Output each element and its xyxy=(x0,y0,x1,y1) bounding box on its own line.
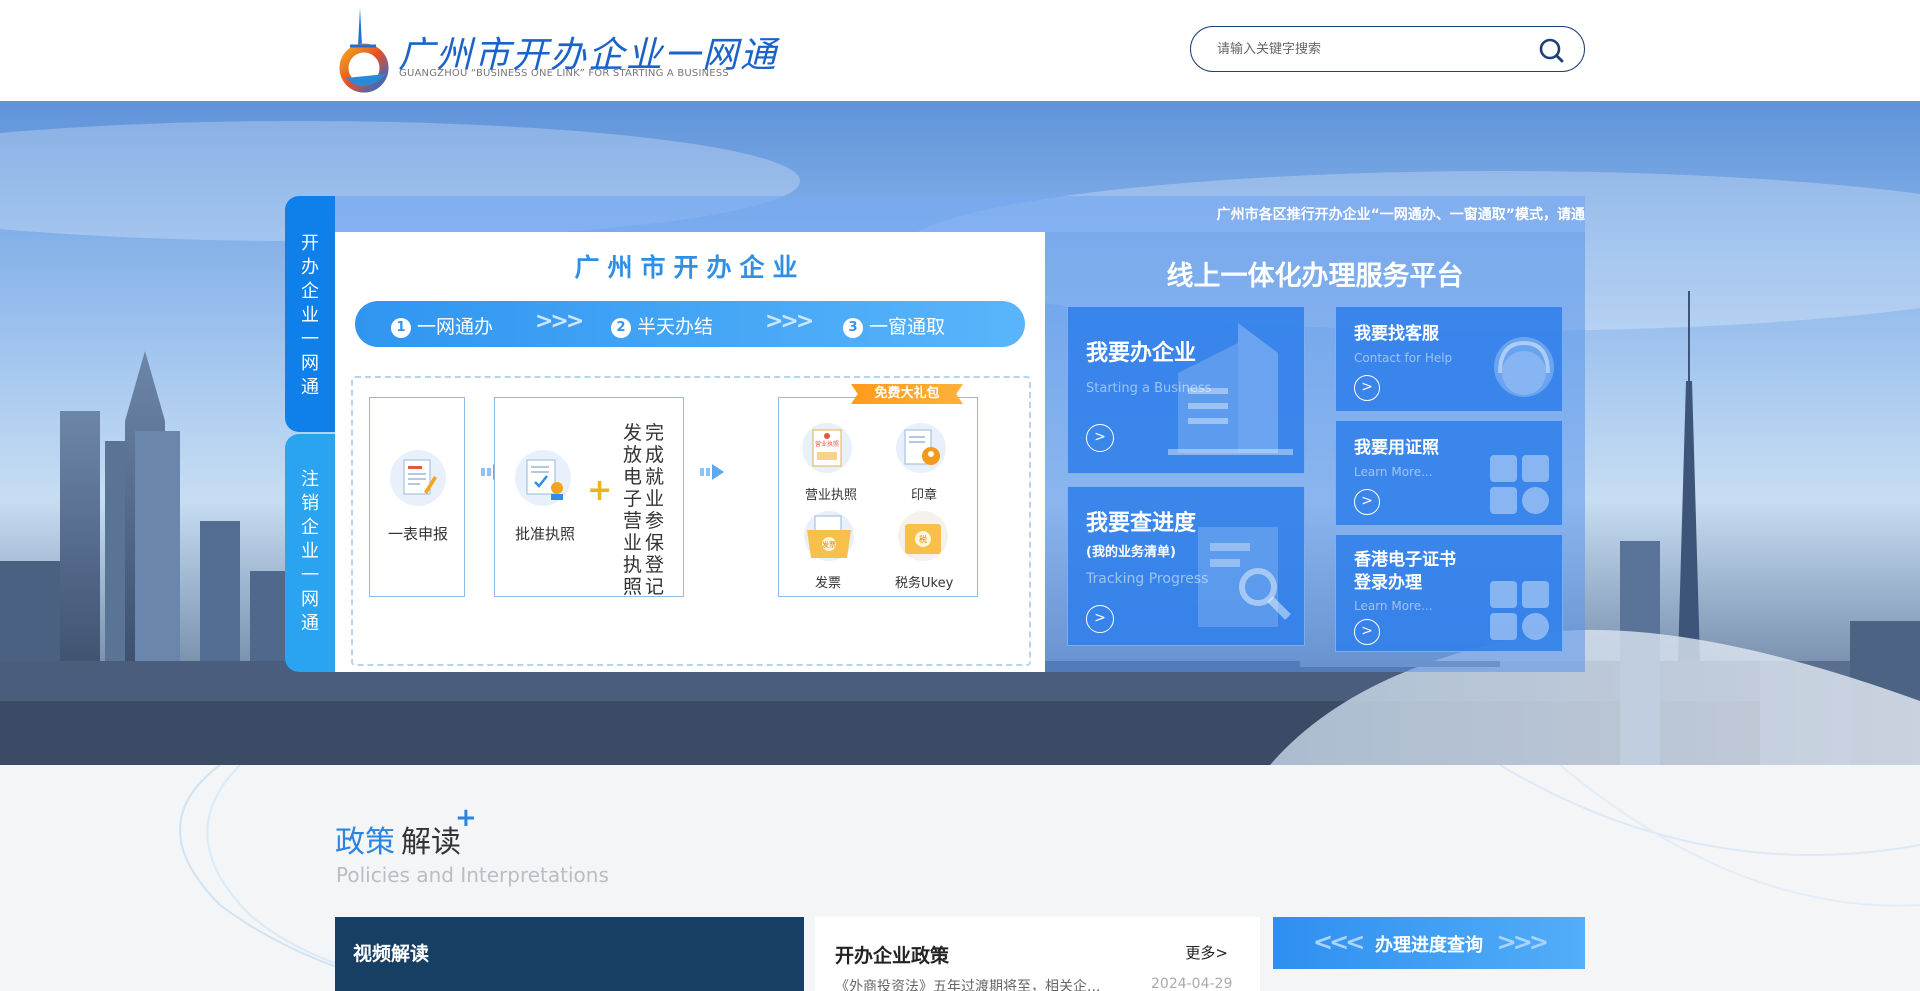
step-1: 1 一网通办 xyxy=(391,312,493,339)
tax-icon-text: 税 xyxy=(919,534,927,544)
plus-icon: + xyxy=(587,473,613,508)
circle-chevron-right-icon: > xyxy=(1354,489,1380,515)
policy-item-date: 2024-04-29 xyxy=(1151,976,1233,991)
gift-label-license: 营业执照 xyxy=(805,488,858,503)
step-1-label: 一网通办 xyxy=(417,316,494,338)
step-3: 3 一窗通取 xyxy=(843,312,945,339)
gift-label-ukey: 税务Ukey xyxy=(895,576,954,591)
platform-title: 线上一体化办理服务平台 xyxy=(1166,261,1464,292)
tile-track-progress[interactable]: 我要查进度 (我的业务清单) Tracking Progress > xyxy=(1067,486,1305,646)
section-subtitle: Policies and Interpretations xyxy=(336,863,609,887)
section-title-part-b: 解读 xyxy=(401,825,461,860)
step-3-label: 一窗通取 xyxy=(869,316,946,338)
video-card-title: 视频解读 xyxy=(353,943,430,965)
seal-stamp-icon xyxy=(896,423,946,473)
tile-hk-e-cert-title-line1: 香港电子证书 xyxy=(1354,550,1456,570)
gift-label-invoice: 发票 xyxy=(815,576,842,591)
tile-hk-e-cert[interactable]: 香港电子证书 登录办理 Learn More... > xyxy=(1335,534,1563,652)
vertical-text-step-a: 完成就业参保登记 xyxy=(645,422,665,598)
notice-marquee[interactable]: 广州市各区推行开办企业“一网通办、一窗通取”模式，请通 xyxy=(1217,204,1585,224)
tile-customer-service[interactable]: 我要找客服 Contact for Help > xyxy=(1335,306,1563,412)
section-title-part-a: 政策 xyxy=(335,825,395,860)
notice-bar: 广州市各区推行开办企业“一网通办、一窗通取”模式，请通 xyxy=(335,196,1585,232)
tile-track-progress-note: (我的业务清单) xyxy=(1086,545,1176,560)
flow-title: 广州市开办企业 xyxy=(574,253,806,282)
tax-ukey-icon: 税 xyxy=(898,511,948,561)
tile-use-license-subtitle: Learn More... xyxy=(1354,465,1433,479)
search-input[interactable] xyxy=(1217,39,1517,59)
step-3-number: 3 xyxy=(843,318,863,338)
grid-apps-icon xyxy=(1490,581,1549,640)
license-icon-text: 营业执照 xyxy=(815,440,839,448)
card-gift-pack: 营业执照 营业执照 印章 发票 发票 税 税务Ukey xyxy=(778,397,978,597)
site-logo[interactable]: 广州市开办企业一网通 GUANGZHOU “BUSINESS ONE LINK”… xyxy=(336,6,776,94)
search-icon[interactable] xyxy=(1538,37,1564,63)
business-flow-panel: 广州市开办企业 1 一网通办 >>> 2 半天办结 >>> 3 一窗通取 一表申报 xyxy=(335,232,1045,672)
section-title: 政策 解读 xyxy=(335,817,461,861)
tile-hk-e-cert-title-line2: 登录办理 xyxy=(1354,573,1422,593)
policy-card-title: 开办企业政策 xyxy=(835,945,950,967)
policy-item-title[interactable]: 《外商投资法》五年过渡期将至，相关企... xyxy=(835,976,1135,991)
logo-subtitle: GUANGZHOU “BUSINESS ONE LINK” FOR STARTI… xyxy=(399,68,729,79)
chevrons-icon: >>> xyxy=(765,309,814,334)
business-license-icon: 营业执照 xyxy=(802,423,852,473)
policy-list-card: 开办企业政策 更多> 《外商投资法》五年过渡期将至，相关企... 2024-04… xyxy=(815,917,1260,991)
document-search-icon xyxy=(1198,527,1291,627)
circle-chevron-right-icon: > xyxy=(1086,424,1114,452)
progress-query-button[interactable]: <<< 办理进度查询 >>> xyxy=(1273,917,1585,969)
tile-use-license[interactable]: 我要用证照 Learn More... > xyxy=(1335,420,1563,526)
tile-customer-service-subtitle: Contact for Help xyxy=(1354,351,1453,365)
tab-close-business-label: 注销企业一网通 xyxy=(301,469,319,634)
card-apply: 一表申报 xyxy=(369,397,465,597)
tab-open-business-label: 开办企业一网通 xyxy=(301,233,319,398)
card-approve: 批准执照 + 发放电子营业执照 完成就业参保登记 xyxy=(494,397,684,598)
step-1-number: 1 xyxy=(391,318,411,338)
approved-license-icon xyxy=(515,450,571,506)
tab-close-business[interactable]: 注销企业一网通 xyxy=(285,434,335,672)
tile-start-business[interactable]: 我要办企业 Starting a Business > xyxy=(1067,306,1305,474)
flow-steps-bar: 1 一网通办 >>> 2 半天办结 >>> 3 一窗通取 xyxy=(355,301,1025,347)
tile-track-progress-title: 我要查进度 xyxy=(1086,511,1197,536)
tile-start-business-title: 我要办企业 xyxy=(1086,341,1197,366)
circle-chevron-right-icon: > xyxy=(1354,619,1380,645)
circle-chevron-right-icon: > xyxy=(1086,605,1114,633)
circle-chevron-right-icon: > xyxy=(1354,375,1380,401)
step-2-label: 半天办结 xyxy=(637,316,714,338)
tile-customer-service-title: 我要找客服 xyxy=(1354,324,1439,344)
invoice-folder-icon: 发票 xyxy=(804,511,854,561)
tile-hk-e-cert-subtitle: Learn More... xyxy=(1354,599,1433,613)
search-box xyxy=(1190,26,1585,72)
service-platform-panel: 线上一体化办理服务平台 我要办企业 Starting a Business > … xyxy=(1045,232,1585,672)
video-interpretation-card[interactable]: 视频解读 xyxy=(335,917,804,991)
step-2: 2 半天办结 xyxy=(611,312,713,339)
card-apply-label: 一表申报 xyxy=(388,525,449,543)
canton-tower-logo-icon xyxy=(339,8,389,93)
arrow-right-icon xyxy=(700,464,724,480)
tab-open-business[interactable]: 开办企业一网通 xyxy=(285,196,335,432)
invoice-icon-text: 发票 xyxy=(822,540,836,549)
tile-start-business-subtitle: Starting a Business xyxy=(1086,381,1212,396)
application-form-icon xyxy=(390,450,446,506)
customer-service-icon xyxy=(1494,337,1554,397)
more-link[interactable]: 更多> xyxy=(1185,942,1228,963)
free-gift-badge: 免费大礼包 xyxy=(851,384,963,404)
site-header: 广州市开办企业一网通 GUANGZHOU “BUSINESS ONE LINK”… xyxy=(0,0,1920,101)
tile-use-license-title: 我要用证照 xyxy=(1354,438,1439,458)
vertical-text-step-b: 发放电子营业执照 xyxy=(623,422,643,598)
policies-section: 政策 解读 + Policies and Interpretations 视频解读… xyxy=(0,765,1920,991)
chevrons-right-icon: >>> xyxy=(1496,928,1549,956)
step-2-number: 2 xyxy=(611,318,631,338)
grid-apps-icon xyxy=(1490,455,1549,514)
card-approve-label: 批准执照 xyxy=(515,525,576,543)
plus-icon: + xyxy=(455,803,477,833)
tile-track-progress-subtitle: Tracking Progress xyxy=(1086,571,1209,587)
gift-label-seal: 印章 xyxy=(911,488,938,503)
chevrons-icon: >>> xyxy=(535,309,584,334)
